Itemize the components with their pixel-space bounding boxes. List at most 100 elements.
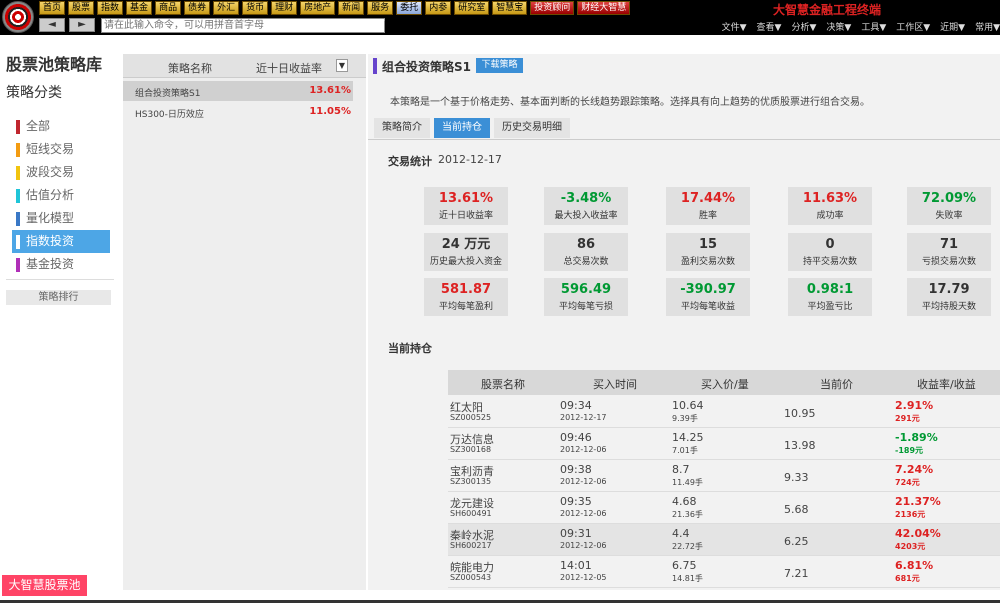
menu-item[interactable]: 近期▼	[940, 20, 965, 33]
stat-value: 0	[825, 237, 835, 252]
buy-price: 4.68	[672, 495, 697, 508]
nav-button[interactable]: 股票	[68, 1, 95, 15]
detail-tab[interactable]: 当前持仓	[434, 118, 490, 138]
category-item[interactable]: 全部	[12, 115, 110, 138]
stat-value: -390.97	[680, 282, 736, 297]
category-title: 策略分类	[6, 85, 62, 101]
detail-tab[interactable]: 历史交易明细	[494, 118, 570, 138]
strategy-description: 本策略是一个基于价格走势、基本面判断的长线趋势跟踪策略。选择具有向上趋势的优质股…	[390, 97, 870, 108]
category-item[interactable]: 指数投资	[12, 230, 110, 253]
stat-value: 17.44%	[680, 191, 736, 206]
menu-item[interactable]: 决策▼	[826, 20, 851, 33]
menu-item[interactable]: 常用▼	[975, 20, 1000, 33]
col-ten-day-return[interactable]: 近十日收益率	[256, 60, 322, 76]
menu-item[interactable]: 分析▼	[791, 20, 816, 33]
sort-dropdown-icon[interactable]: ▼	[336, 59, 348, 72]
stat-label: 平均每笔盈利	[438, 302, 493, 312]
rank-button[interactable]: 策略排行	[6, 290, 111, 305]
nav-button[interactable]: 服务	[367, 1, 394, 15]
category-item[interactable]: 波段交易	[12, 161, 110, 184]
menu-item[interactable]: 工作区▼	[896, 20, 930, 33]
current-price: 5.68	[784, 503, 809, 516]
stat-card: 13.61% 近十日收益率	[424, 187, 508, 225]
buy-date: 2012-12-06	[560, 445, 607, 454]
nav-button[interactable]: 理财	[271, 1, 298, 15]
category-color-bar	[16, 258, 20, 272]
return-amount: 291元	[895, 414, 920, 423]
buy-quantity: 7.01手	[672, 446, 698, 455]
download-strategy-button[interactable]: 下载策略	[476, 58, 523, 73]
stat-card: 17.79 平均持股天数	[907, 278, 991, 316]
stock-pool-button[interactable]: 大智慧股票池	[2, 575, 87, 596]
stat-card: 0 持平交易次数	[788, 233, 872, 271]
menu-item[interactable]: 查看▼	[757, 20, 782, 33]
stat-label: 总交易次数	[563, 257, 609, 267]
nav-button[interactable]: 债券	[184, 1, 211, 15]
category-item[interactable]: 短线交易	[12, 138, 110, 161]
nav-button[interactable]: 智慧宝	[492, 1, 528, 15]
category-color-bar	[16, 235, 20, 249]
category-item[interactable]: 基金投资	[12, 253, 110, 276]
nav-button[interactable]: 货币	[242, 1, 269, 15]
holding-row[interactable]: 皖能电力 SZ000543 14:01 2012-12-05 6.75 14.81手 7.2…	[448, 556, 1000, 588]
stat-value: -3.48%	[560, 191, 612, 206]
menu-item[interactable]: 文件▼	[722, 20, 747, 33]
command-input[interactable]	[101, 18, 385, 33]
title-accent-bar	[373, 58, 377, 74]
nav-button[interactable]: 商品	[155, 1, 182, 15]
nav-button[interactable]: 房地产	[300, 1, 336, 15]
holding-row[interactable]: 红太阳 SZ000525 09:34 2012-12-17 10.64 9.39手 10.9…	[448, 396, 1000, 428]
holding-row[interactable]: 万达信息 SZ300168 09:46 2012-12-06 14.25 7.01手 13.…	[448, 428, 1000, 460]
holding-row[interactable]: 秦岭水泥 SH600217 09:31 2012-12-06 4.4 22.72手 6.25…	[448, 524, 1000, 556]
tab-divider	[368, 139, 1000, 140]
command-dropdown-icon[interactable]: ▼	[377, 18, 385, 29]
detail-tab[interactable]: 策略简介	[374, 118, 430, 138]
menu-item[interactable]: 工具▼	[861, 20, 886, 33]
category-label: 估值分析	[26, 188, 75, 202]
back-button[interactable]: ◄	[39, 18, 65, 32]
buy-price: 4.4	[672, 527, 690, 540]
nav-button[interactable]: 委托	[396, 1, 423, 15]
nav-button[interactable]: 首页	[39, 1, 66, 15]
category-label: 基金投资	[26, 257, 75, 271]
stat-label: 平均每笔收益	[680, 302, 735, 312]
category-item[interactable]: 量化模型	[12, 207, 110, 230]
nav-button[interactable]: 新闻	[338, 1, 365, 15]
holdings-header: 股票名称 买入时间 买入价/量 当前价 收益率/收益	[448, 370, 1000, 395]
current-price: 7.21	[784, 567, 809, 580]
holdings-label: 当前持仓	[388, 342, 432, 355]
category-list: 全部 短线交易 波段交易估值分析量化模型指数投资基金投资	[12, 115, 110, 276]
stock-code: SH600491	[450, 509, 492, 518]
strategy-name: HS300-日历效应	[135, 110, 204, 120]
stat-card: 86 总交易次数	[544, 233, 628, 271]
strategy-row[interactable]: 组合投资策略S1 13.61%	[123, 81, 353, 101]
buy-time: 09:46	[560, 431, 592, 444]
category-item[interactable]: 估值分析	[12, 184, 110, 207]
library-title: 股票池策略库	[6, 55, 103, 74]
stat-card: 24 万元 历史最大投入资金	[424, 233, 508, 271]
category-label: 指数投资	[26, 234, 75, 248]
stat-value: 24 万元	[441, 237, 491, 252]
top-toolbar: 首页 股票 指数 基金 商品 债券 外汇 货币 理财 房地产 新闻 服务 委托 内参 研究室 智慧宝 投资顾问财…	[0, 0, 1000, 35]
nav-button[interactable]: 投资顾问	[530, 1, 575, 15]
stat-label: 失败率	[935, 211, 963, 221]
category-color-bar	[16, 212, 20, 226]
strategy-row[interactable]: HS300-日历效应 11.05%	[123, 102, 353, 122]
forward-button[interactable]: ►	[69, 18, 95, 32]
stock-code: SZ000525	[450, 413, 492, 422]
nav-button[interactable]: 研究室	[454, 1, 490, 15]
holdings-col-header: 股票名称	[481, 378, 525, 391]
buy-quantity: 9.39手	[672, 414, 698, 423]
nav-button[interactable]: 基金	[126, 1, 153, 15]
nav-button[interactable]: 外汇	[213, 1, 240, 15]
holding-row[interactable]: 龙元建设 SH600491 09:35 2012-12-06 4.68 21.36手 5.6…	[448, 492, 1000, 524]
holding-row[interactable]: 宝利沥青 SZ300135 09:38 2012-12-06 8.7 11.49手 9.33…	[448, 460, 1000, 492]
col-strategy-name[interactable]: 策略名称	[168, 60, 212, 76]
nav-button[interactable]: 财经大智慧	[577, 1, 631, 15]
nav-button[interactable]: 内参	[425, 1, 452, 15]
buy-quantity: 11.49手	[672, 478, 703, 487]
nav-button[interactable]: 指数	[97, 1, 124, 15]
app-logo-icon[interactable]	[2, 1, 34, 33]
current-price: 10.95	[784, 407, 816, 420]
stat-value: 581.87	[440, 282, 492, 297]
